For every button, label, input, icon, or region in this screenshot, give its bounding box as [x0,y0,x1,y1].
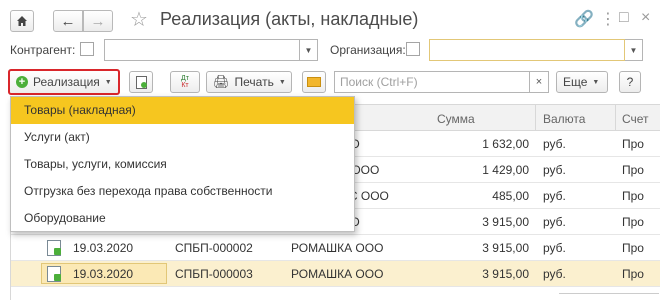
amount-cell: 1 429,00 [482,163,529,177]
arrow-left-icon: ← [60,12,76,30]
realization-button[interactable]: + Реализация ▼ [8,69,120,95]
counterparty-checkbox[interactable] [80,42,94,56]
number-cell: СПБП-000002 [175,241,253,255]
organization-label: Организация: [330,43,406,57]
dt-kt-button[interactable]: Дт Кт [170,71,200,93]
realization-dropdown-menu: Товары (накладная) Услуги (акт) Товары, … [10,96,355,232]
currency-cell: руб. [543,189,566,203]
search-clear-button[interactable]: × [529,71,549,93]
status-cell: Про [622,267,644,281]
more-button-label: Еще [563,75,588,89]
status-cell: Про [622,163,644,177]
status-cell: Про [622,215,644,229]
add-icon: + [16,76,28,88]
currency-cell: руб. [543,215,566,229]
chevron-down-icon: ▼ [304,45,313,55]
print-button-label: Печать [234,75,274,89]
close-icon[interactable]: × [641,9,650,27]
more-button[interactable]: Еще ▼ [556,71,608,93]
chevron-down-icon: ▼ [629,45,638,55]
counterparty-dropdown-button[interactable]: ▼ [300,39,318,61]
currency-cell: руб. [543,241,566,255]
menu-item-equipment[interactable]: Оборудование [11,205,354,232]
star-icon[interactable]: ☆ [130,7,148,32]
help-button[interactable]: ? [619,71,641,93]
arrow-right-icon: → [90,12,106,30]
chevron-down-icon: ▼ [278,78,286,86]
currency-cell: руб. [543,137,566,151]
search-input[interactable]: Поиск (Ctrl+F) [334,71,530,93]
counterparty-label: Контрагент: [10,43,76,57]
more-vertical-icon[interactable]: ⋮ [600,9,616,29]
organization-checkbox[interactable] [406,42,420,56]
chevron-down-icon: ▼ [104,78,112,86]
counterparty-cell: РОМАШКА ООО [291,241,384,255]
home-icon [17,16,27,26]
forward-button[interactable]: → [83,10,113,32]
column-header-amount[interactable]: Сумма [437,112,475,126]
menu-item-goods[interactable]: Товары (накладная) [11,97,354,124]
copy-button[interactable] [129,71,153,93]
menu-item-shipment-without-ownership[interactable]: Отгрузка без перехода права собственност… [11,178,354,205]
amount-cell: 3 915,00 [482,241,529,255]
horizontal-scrollbar[interactable] [559,293,659,300]
envelope-icon [307,77,321,87]
back-button[interactable]: ← [53,10,83,32]
page-title: Реализация (акты, накладные) [160,9,419,29]
column-header-currency[interactable]: Валюта [543,112,585,126]
dt-kt-icon: Дт Кт [181,75,189,89]
status-cell: Про [622,189,644,203]
home-button[interactable] [10,10,34,32]
currency-cell: руб. [543,163,566,177]
date-cell: 19.03.2020 [73,267,134,281]
link-icon[interactable]: 🔗 [574,9,594,29]
date-cell: 19.03.2020 [73,241,134,255]
document-posted-icon [47,266,61,282]
status-cell: Про [622,241,644,255]
counterparty-cell: РОМАШКА ООО [291,267,384,281]
amount-cell: 485,00 [492,189,529,203]
status-cell: Про [622,137,644,151]
amount-cell: 3 915,00 [482,267,529,281]
clear-icon: × [535,76,543,88]
column-header-account[interactable]: Счет [622,112,649,126]
table-row[interactable]: 19.03.2020 СПБП-000002 РОМАШКА ООО 3 915… [11,235,660,261]
menu-item-goods-services-commission[interactable]: Товары, услуги, комиссия [11,151,354,178]
printer-icon: 🖨 [213,74,230,89]
organization-dropdown-button[interactable]: ▼ [625,39,643,61]
table-row-selected[interactable]: 19.03.2020 СПБП-000003 РОМАШКА ООО 3 915… [11,261,660,287]
maximize-icon[interactable]: □ [619,9,629,27]
chevron-down-icon: ▼ [592,78,600,86]
document-add-icon [135,75,147,89]
organization-field[interactable] [429,39,625,61]
currency-cell: руб. [543,267,566,281]
document-posted-icon [47,240,61,256]
help-button-label: ? [626,75,634,89]
menu-item-services[interactable]: Услуги (акт) [11,124,354,151]
counterparty-field[interactable] [104,39,300,61]
email-button[interactable] [302,71,326,93]
amount-cell: 3 915,00 [482,215,529,229]
realization-button-label: Реализация [33,75,100,89]
number-cell: СПБП-000003 [175,267,253,281]
amount-cell: 1 632,00 [482,137,529,151]
print-button[interactable]: 🖨 Печать ▼ [206,71,292,93]
